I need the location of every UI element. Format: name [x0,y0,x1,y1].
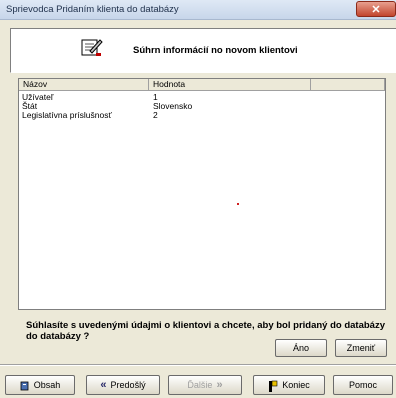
change-button[interactable]: Zmeniť [335,339,387,357]
help-label: Pomoc [348,380,377,390]
edit-document-icon [81,39,103,56]
item-value: Slovensko [153,101,193,111]
finish-flag-icon [269,380,278,392]
next-label: Ďalšie [187,380,213,390]
wizard-body: Súhrn informácií no novom klientovi Názo… [0,20,396,398]
close-icon: ✕ [371,4,381,16]
double-right-arrow-icon: » [216,379,223,391]
summary-list[interactable]: Názov Hodnota Užívateľ 1 Štát Slovensko … [18,78,386,310]
bottom-separator [0,364,396,366]
next-button[interactable]: Ďalšie» [168,375,242,395]
window-title: Sprievodca Pridaním klienta do databázy [6,4,179,15]
list-item[interactable]: Legislatívna príslušnosť 2 [19,111,385,120]
list-rows: Užívateľ 1 Štát Slovensko Legislatívna p… [19,93,385,120]
change-label: Zmeniť [346,343,376,353]
list-item[interactable]: Užívateľ 1 [19,93,385,102]
help-button[interactable]: Pomoc [333,375,393,395]
double-left-arrow-icon: « [100,379,107,391]
question-line-1: Súhlasíte s uvedenými údajmi o klientovi… [26,320,385,331]
column-header-name[interactable]: Názov [19,79,149,91]
close-button[interactable]: ✕ [356,1,396,17]
yes-button[interactable]: Áno [275,339,327,357]
header-title: Súhrn informácií no novom klientovi [133,45,298,56]
red-dot [237,203,239,205]
item-name: Legislatívna príslušnosť [22,110,112,120]
finish-button[interactable]: Koniec [253,375,325,395]
yes-label: Áno [292,343,309,353]
help-book-icon [20,381,29,391]
list-header: Názov Hodnota [19,79,385,91]
header-panel: Súhrn informácií no novom klientovi [10,28,396,73]
column-header-value[interactable]: Hodnota [149,79,311,91]
item-value: 2 [153,110,158,120]
previous-button[interactable]: «Predošlý [86,375,160,395]
previous-label: Predošlý [110,380,146,390]
column-header-empty[interactable] [311,79,385,91]
contents-label: Obsah [33,380,61,390]
finish-label: Koniec [282,380,310,390]
contents-button[interactable]: Obsah [5,375,75,395]
title-bar: Sprievodca Pridaním klienta do databázy … [0,0,396,20]
